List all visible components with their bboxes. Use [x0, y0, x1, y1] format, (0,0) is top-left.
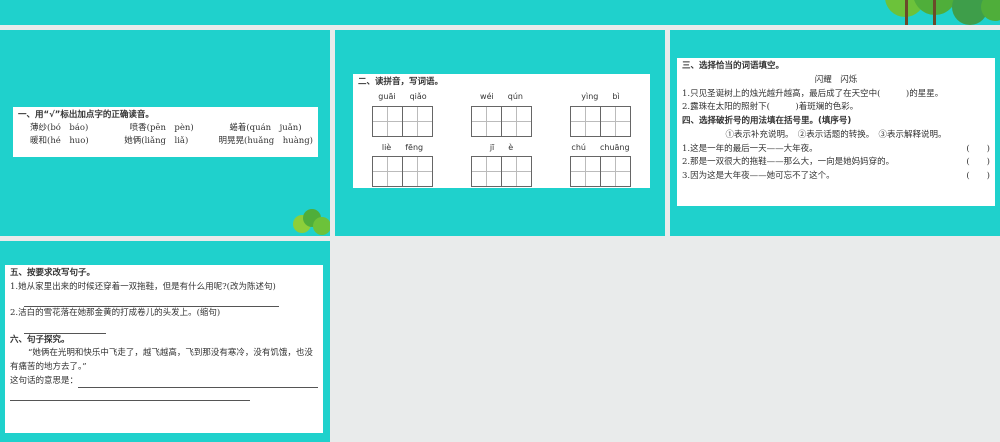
word-cell: chú chuāng [556, 142, 645, 191]
pinyin: bì [612, 92, 620, 102]
pinyin-choice[interactable]: 明晃晃(huǎng huàng) [219, 135, 314, 148]
slide-top-partial[interactable] [0, 0, 1000, 25]
rewrite-question: 2.洁白的雪花落在她那金黄的打成卷儿的头发上。(缩句) [10, 308, 221, 319]
question-5-title: 五、按要求改写句子。 [10, 268, 96, 278]
tree-decoration-icon [885, 0, 1000, 25]
tree-decoration-icon [293, 209, 330, 235]
word-choices: 闪耀 闪烁 [814, 74, 858, 85]
dash-question: 2.那是一双很大的拖鞋——那么大，一向是她妈妈穿的。 [682, 157, 895, 168]
writing-grid[interactable] [471, 156, 532, 188]
slide-1[interactable]: 一、用“√”标出加点字的正确读音。 薄纱(bó báo) 喷香(pēn pèn) 蜷… [0, 30, 330, 236]
pinyin-choice[interactable]: 薄纱(bó báo) [30, 122, 114, 135]
pinyin: chú [571, 142, 586, 152]
slide-4[interactable]: 五、按要求改写句子。 1.她从家里出来的时候还穿着一双拖鞋，但是有什么用呢?(改… [0, 241, 330, 442]
writing-grid[interactable] [570, 156, 631, 188]
word-cell: wéi qún [457, 91, 546, 140]
answer-line[interactable] [10, 388, 250, 402]
pinyin-choice[interactable]: 暖和(hé huo) [30, 135, 108, 148]
writing-grid[interactable] [570, 105, 631, 137]
word-cell: yìng bì [556, 91, 645, 140]
question-1-title: 一、用“√”标出加点字的正确读音。 [18, 110, 154, 120]
slide-3[interactable]: 三、选择恰当的词语填空。 闪耀 闪烁 1.只见圣诞树上的烛光越升越高，最后成了在… [670, 30, 1000, 236]
pinyin-choice[interactable]: 喷香(pēn pèn) [130, 122, 214, 135]
quote-text: “她俩在光明和快乐中飞走了，越飞越高，飞到那没有寒冷，没有饥饿，也没有痛苦的地方… [10, 348, 313, 372]
writing-grid[interactable] [372, 105, 433, 137]
fill-blank-question[interactable]: 2.露珠在太阳的照射下( )着斑斓的色彩。 [682, 101, 990, 115]
pinyin: chuāng [599, 142, 630, 152]
writing-grid[interactable] [372, 156, 433, 188]
pinyin: fēng [405, 142, 424, 152]
answer-line[interactable] [24, 294, 279, 308]
question-2-title: 二、读拼音，写词语。 [358, 77, 444, 87]
word-cell: liè fēng [358, 142, 447, 191]
fill-blank-question[interactable]: 1.只见圣诞树上的烛光越升越高，最后成了在天空中( )的星星。 [682, 88, 990, 102]
writing-grid[interactable] [471, 105, 532, 137]
answer-line[interactable] [24, 321, 106, 334]
pinyin: è [508, 142, 514, 152]
question-2-box: 二、读拼音，写词语。 guāi qiǎo wéi qún yìng bì liè fēn… [353, 74, 650, 188]
pinyin: wéi [480, 92, 494, 102]
pinyin-choice[interactable]: 她俩(liǎng liǎ) [124, 135, 202, 148]
question-5-6-box: 五、按要求改写句子。 1.她从家里出来的时候还穿着一双拖鞋，但是有什么用呢?(改… [5, 265, 323, 433]
slide-2[interactable]: 二、读拼音，写词语。 guāi qiǎo wéi qún yìng bì liè fēn… [335, 30, 665, 236]
rewrite-question: 1.她从家里出来的时候还穿着一双拖鞋，但是有什么用呢?(改为陈述句) [10, 281, 276, 292]
pinyin: qiǎo [409, 92, 427, 102]
question-3-title: 三、选择恰当的词语填空。 [682, 61, 785, 71]
word-cell: jī è [457, 142, 546, 191]
dash-question: 3.因为这是大年夜——她可忘不了这个。 [682, 171, 835, 182]
pinyin: qún [507, 92, 523, 102]
answer-paren[interactable]: ( ) [966, 156, 990, 170]
word-cell: guāi qiǎo [358, 91, 447, 140]
pinyin: yìng [581, 92, 599, 102]
prompt-label: 这句话的意思是： [10, 375, 79, 386]
question-3-4-box: 三、选择恰当的词语填空。 闪耀 闪烁 1.只见圣诞树上的烛光越升越高，最后成了在… [677, 58, 995, 206]
answer-line[interactable] [78, 375, 318, 388]
pinyin: liè [381, 142, 392, 152]
pinyin-choice[interactable]: 蜷着(quán juǎn) [229, 122, 313, 135]
question-6-title: 六、句子探究。 [10, 334, 70, 345]
answer-paren[interactable]: ( ) [966, 170, 990, 184]
dash-question: 1.这是一年的最后一天——大年夜。 [682, 143, 818, 154]
question-4-title: 四、选择破折号的用法填在括号里。(填序号) [682, 116, 852, 127]
pinyin: jī [489, 142, 495, 152]
pinyin: guāi [378, 92, 396, 102]
question-1-box: 一、用“√”标出加点字的正确读音。 薄纱(bó báo) 喷香(pēn pèn) 蜷… [13, 107, 318, 157]
dash-usage-options: ①表示补充说明。 ②表示话题的转换。 ③表示解释说明。 [725, 129, 947, 140]
answer-paren[interactable]: ( ) [966, 143, 990, 157]
